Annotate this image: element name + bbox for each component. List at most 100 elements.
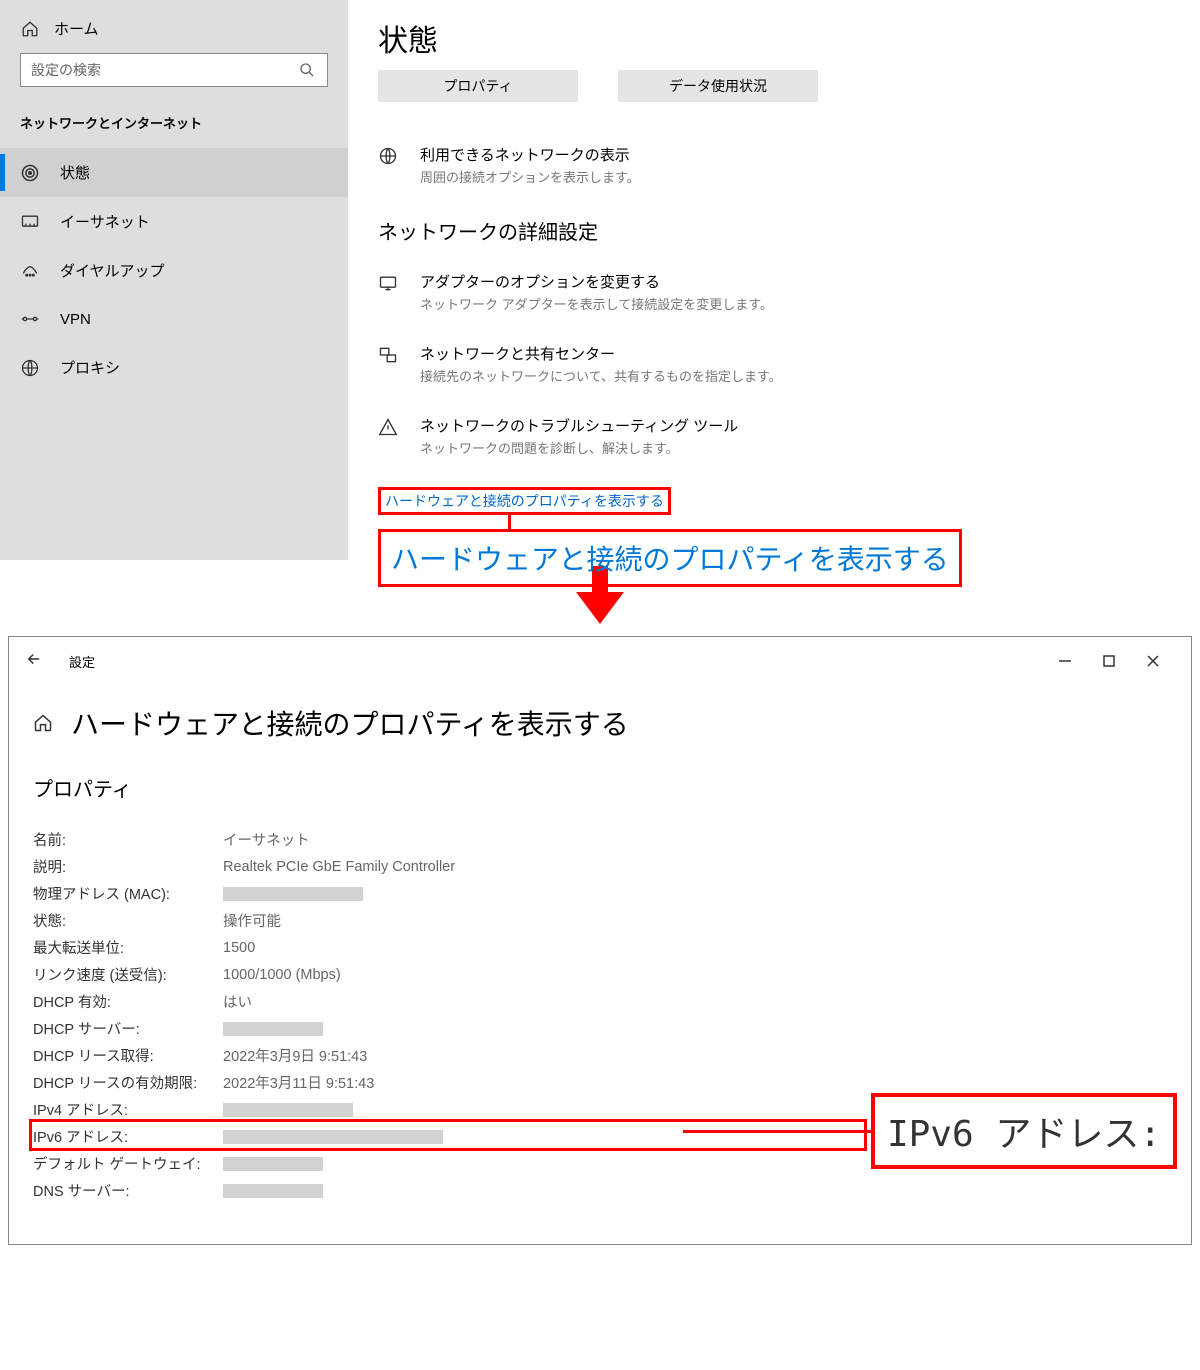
- connector-line: [508, 515, 511, 529]
- properties-button[interactable]: プロパティ: [378, 70, 578, 102]
- sidebar: ホーム ネットワークとインターネット 状態 イーサネット ダイヤルアップ: [0, 0, 348, 560]
- property-row: DHCP リースの有効期限:2022年3月11日 9:51:43: [33, 1069, 1167, 1096]
- property-row: DHCP 有効:はい: [33, 988, 1167, 1015]
- available-networks[interactable]: 利用できるネットワークの表示 周囲の接続オプションを表示します。: [378, 144, 1170, 186]
- sidebar-item-vpn[interactable]: VPN: [0, 295, 348, 343]
- adapter-options[interactable]: アダプターのオプションを変更する ネットワーク アダプターを表示して接続設定を変…: [378, 271, 1170, 313]
- maximize-button[interactable]: [1087, 645, 1131, 677]
- sidebar-item-status[interactable]: 状態: [0, 148, 348, 197]
- property-label: DNS サーバー:: [33, 1180, 223, 1201]
- property-label: DHCP 有効:: [33, 991, 223, 1012]
- info-desc: ネットワークの問題を診断し、解決します。: [420, 438, 738, 457]
- app-name: 設定: [69, 652, 95, 671]
- redacted-value: [223, 1184, 323, 1198]
- minimize-button[interactable]: [1043, 645, 1087, 677]
- info-title: アダプターのオプションを変更する: [420, 271, 773, 292]
- property-value: 1000/1000 (Mbps): [223, 967, 341, 983]
- search-input-wrap[interactable]: [20, 53, 328, 87]
- property-label: 最大転送単位:: [33, 937, 223, 958]
- search-input[interactable]: [31, 62, 297, 78]
- properties-heading: プロパティ: [33, 773, 1167, 802]
- property-row: 最大転送単位:1500: [33, 934, 1167, 961]
- sidebar-home-label: ホーム: [54, 18, 99, 39]
- hardware-properties-link[interactable]: ハードウェアと接続のプロパティを表示する: [385, 493, 664, 509]
- property-value: 操作可能: [223, 910, 281, 931]
- property-value: [223, 1156, 323, 1172]
- close-button[interactable]: [1131, 645, 1175, 677]
- redacted-value: [223, 1103, 353, 1117]
- property-value: [223, 1183, 323, 1199]
- sidebar-item-label: ダイヤルアップ: [60, 260, 165, 281]
- property-label: 物理アドレス (MAC):: [33, 883, 223, 904]
- sidebar-item-label: 状態: [60, 162, 90, 183]
- warning-icon: [378, 417, 398, 437]
- property-row: リンク速度 (送受信):1000/1000 (Mbps): [33, 961, 1167, 988]
- search-icon: [297, 60, 317, 80]
- property-label: 説明:: [33, 856, 223, 877]
- hardware-properties-link-big: ハードウェアと接続のプロパティを表示する: [391, 544, 949, 575]
- back-button[interactable]: [25, 650, 51, 673]
- settings-status-panel: ホーム ネットワークとインターネット 状態 イーサネット ダイヤルアップ: [0, 0, 1200, 560]
- property-row: 名前:イーサネット: [33, 826, 1167, 853]
- proxy-icon: [20, 358, 40, 378]
- property-value: 1500: [223, 940, 255, 956]
- home-icon: [20, 19, 40, 39]
- globe-icon: [378, 146, 398, 166]
- property-row: 物理アドレス (MAC):: [33, 880, 1167, 907]
- link-highlight-small: ハードウェアと接続のプロパティを表示する: [378, 487, 671, 515]
- info-title: 利用できるネットワークの表示: [420, 144, 640, 165]
- property-label: DHCP サーバー:: [33, 1018, 223, 1039]
- property-value: 2022年3月9日 9:51:43: [223, 1045, 367, 1066]
- sidebar-category: ネットワークとインターネット: [0, 107, 348, 148]
- dialup-icon: [20, 261, 40, 281]
- sidebar-home[interactable]: ホーム: [0, 18, 348, 53]
- property-label: 名前:: [33, 829, 223, 850]
- sidebar-item-label: VPN: [60, 311, 91, 328]
- property-row: 説明:Realtek PCIe GbE Family Controller: [33, 853, 1167, 880]
- property-row: 状態:操作可能: [33, 907, 1167, 934]
- sidebar-item-proxy[interactable]: プロキシ: [0, 343, 348, 392]
- sidebar-item-dialup[interactable]: ダイヤルアップ: [0, 246, 348, 295]
- home-icon[interactable]: [33, 713, 53, 733]
- share-icon: [378, 345, 398, 365]
- property-value: Realtek PCIe GbE Family Controller: [223, 859, 455, 875]
- property-row: IPv6 アドレス:IPv6 アドレス:: [33, 1123, 1167, 1150]
- ipv6-callout: IPv6 アドレス:: [683, 1093, 1177, 1169]
- property-value: [223, 1021, 323, 1037]
- content-area: 状態 プロパティ データ使用状況 利用できるネットワークの表示 周囲の接続オプシ…: [348, 0, 1200, 560]
- page-title: ハードウェアと接続のプロパティを表示する: [71, 703, 629, 743]
- sidebar-item-label: イーサネット: [60, 211, 150, 232]
- sidebar-item-ethernet[interactable]: イーサネット: [0, 197, 348, 246]
- redacted-value: [223, 1022, 323, 1036]
- property-label: リンク速度 (送受信):: [33, 964, 223, 985]
- info-title: ネットワークのトラブルシューティング ツール: [420, 415, 738, 436]
- property-row: DNS サーバー:: [33, 1177, 1167, 1204]
- info-desc: 接続先のネットワークについて、共有するものを指定します。: [420, 366, 782, 385]
- property-row: DHCP サーバー:: [33, 1015, 1167, 1042]
- redacted-value: [223, 887, 363, 901]
- page-title: 状態: [378, 16, 1170, 60]
- sidebar-item-label: プロキシ: [60, 357, 120, 378]
- window-header: 設定: [9, 637, 1191, 685]
- link-highlight-big: ハードウェアと接続のプロパティを表示する: [378, 529, 962, 587]
- properties-section: プロパティ 名前:イーサネット説明:Realtek PCIe GbE Famil…: [9, 773, 1191, 1204]
- data-usage-button[interactable]: データ使用状況: [618, 70, 818, 102]
- ethernet-icon: [20, 212, 40, 232]
- vpn-icon: [20, 309, 40, 329]
- property-value: イーサネット: [223, 829, 310, 850]
- property-label: デフォルト ゲートウェイ:: [33, 1153, 223, 1174]
- info-desc: ネットワーク アダプターを表示して接続設定を変更します。: [420, 294, 773, 313]
- sharing-center[interactable]: ネットワークと共有センター 接続先のネットワークについて、共有するものを指定しま…: [378, 343, 1170, 385]
- info-desc: 周囲の接続オプションを表示します。: [420, 167, 640, 186]
- property-row: DHCP リース取得:2022年3月9日 9:51:43: [33, 1042, 1167, 1069]
- property-label: DHCP リース取得:: [33, 1045, 223, 1066]
- property-label: 状態:: [33, 910, 223, 931]
- property-value: [223, 886, 363, 902]
- status-icon: [20, 163, 40, 183]
- ipv6-callout-label: IPv6 アドレス:: [871, 1093, 1177, 1169]
- adapter-icon: [378, 273, 398, 293]
- property-value: 2022年3月11日 9:51:43: [223, 1072, 374, 1093]
- troubleshoot[interactable]: ネットワークのトラブルシューティング ツール ネットワークの問題を診断し、解決し…: [378, 415, 1170, 457]
- property-value: [223, 1102, 353, 1118]
- section-heading: ネットワークの詳細設定: [378, 216, 1170, 245]
